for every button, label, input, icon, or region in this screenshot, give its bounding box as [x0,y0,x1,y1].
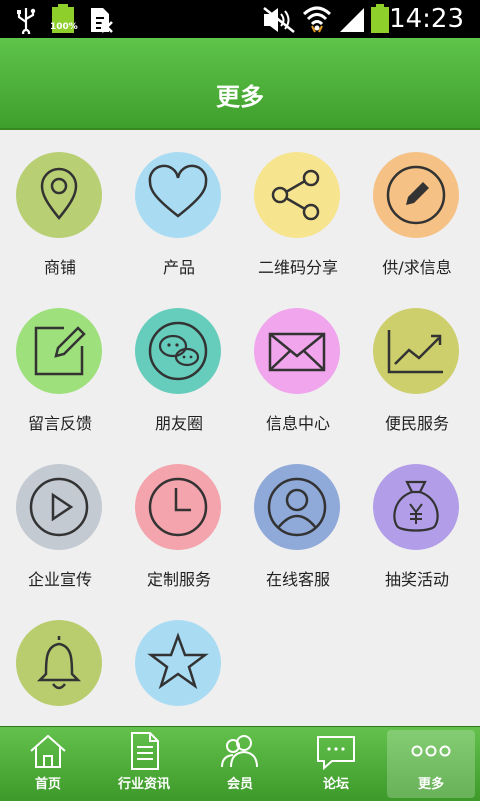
pencil-icon [386,165,446,225]
grid-item-label: 产品 [162,258,195,277]
grid-item-circle [16,620,102,706]
nav-label: 更多 [417,777,444,792]
grid-item-label: 二维码分享 [257,258,338,277]
share-icon [271,169,320,221]
edit-icon [34,326,86,376]
grid-item-label: 供/求信息 [382,258,452,277]
page-title: 更多 [216,83,264,111]
app-header: 更多 [0,38,480,130]
mute-icon [263,7,295,33]
grid-item-circle [135,308,221,394]
bottom-nav: 首页 行业资讯 会员 论坛 更多 [0,726,480,801]
members-icon [221,735,258,768]
wechat-icon [148,321,208,381]
grid-item-label: 信息中心 [265,414,330,433]
status-bar: 100% 14:23 [0,0,480,38]
nav-forum[interactable]: 论坛 [288,727,384,801]
heart-icon [148,164,208,218]
grid-item-custom-service[interactable]: 定制服务 [119,442,239,598]
sim-card-icon [91,8,113,33]
grid-item-circle [373,308,459,394]
grid-item-label: 定制服务 [146,570,211,589]
grid-item-services[interactable]: 便民服务 [357,286,477,442]
location-pin-icon [40,167,78,220]
grid-item-label: 在线客服 [265,570,330,589]
user-circle-icon [267,477,327,537]
grid-item-circle [254,464,340,550]
grid-item-online-support[interactable]: 在线客服 [238,442,358,598]
wifi-icon [302,6,332,33]
nav-industry-news[interactable]: 行业资讯 [96,727,192,801]
clock-icon [148,477,208,537]
grid-item-label: 留言反馈 [27,414,92,433]
grid-item-circle [135,152,221,238]
grid-item-circle [373,464,459,550]
grid-item-lottery[interactable]: 抽奖活动 [357,442,477,598]
chat-bubble-icon [317,736,355,771]
grid-item-label: 便民服务 [384,414,449,433]
status-time: 14:23 [389,4,464,34]
grid-item-info-center[interactable]: 信息中心 [238,286,358,442]
nav-members[interactable]: 会员 [192,727,288,801]
home-icon [30,734,66,768]
grid-item-shop[interactable]: 商铺 [0,130,120,286]
grid-item-feedback[interactable]: 留言反馈 [0,286,120,442]
grid-item-promotion[interactable]: 企业宣传 [0,442,120,598]
money-bag-icon [393,480,439,532]
grid-item-moments[interactable]: 朋友圈 [119,286,239,442]
grid-item-circle [373,152,459,238]
trend-chart-icon [387,330,443,374]
grid-item-label: 商铺 [43,258,76,277]
grid-item-circle [254,152,340,238]
grid-item-supply-demand[interactable]: 供/求信息 [357,130,477,286]
nav-more[interactable]: 更多 [387,730,475,798]
battery-icon [371,4,389,33]
grid-item-circle [135,620,221,706]
more-dots-icon [411,745,451,757]
usb-icon [17,8,36,34]
grid-item-circle [254,308,340,394]
nav-label: 首页 [34,777,61,792]
mail-icon [268,332,326,372]
battery-percent-label: 100% [50,22,78,32]
grid-item-circle [16,308,102,394]
play-icon [29,477,89,537]
star-icon [147,632,209,690]
grid-item-circle [16,152,102,238]
document-icon [131,732,159,770]
grid-item-label: 抽奖活动 [384,570,449,589]
grid-item-qr-share[interactable]: 二维码分享 [238,130,358,286]
grid-item-circle [135,464,221,550]
grid-item-circle [16,464,102,550]
nav-home[interactable]: 首页 [0,727,96,801]
feature-grid: 商铺 产品 二维码分享 供/求信息 留言反馈 朋友圈 信息中心 便民服务 企业宣… [0,130,480,726]
grid-item-label: 朋友圈 [154,414,203,433]
grid-item-products[interactable]: 产品 [119,130,239,286]
grid-item-label: 企业宣传 [27,570,92,589]
nav-label: 论坛 [322,777,349,792]
nav-label: 行业资讯 [117,777,170,792]
bell-icon [36,636,82,690]
nav-label: 会员 [226,777,253,792]
signal-icon [340,8,364,32]
